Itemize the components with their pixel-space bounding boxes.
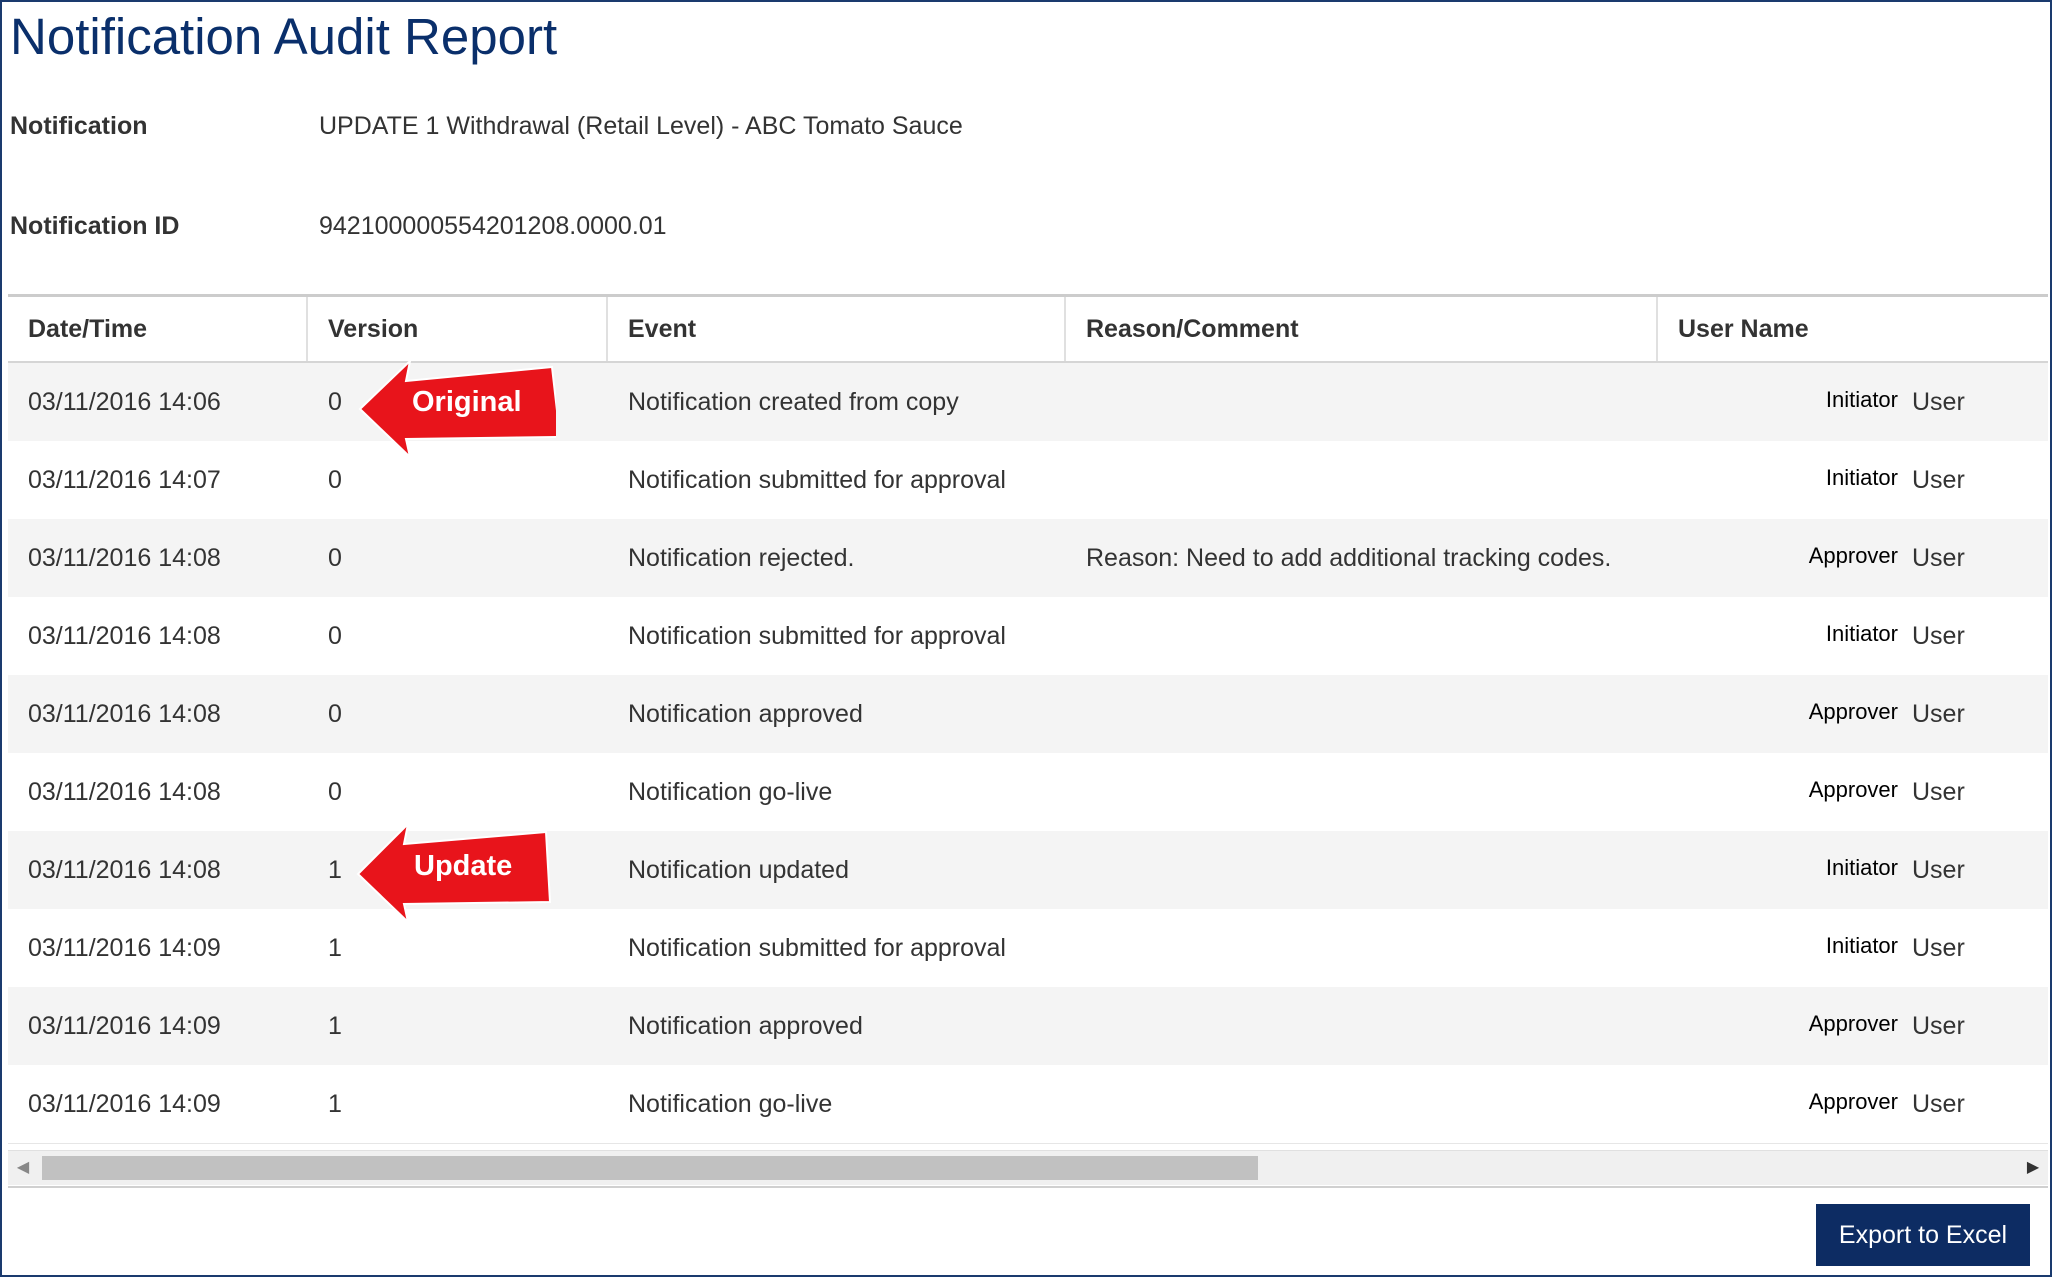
table-row[interactable]: 03/11/2016 14:09 1 Notification approved… [8,987,2048,1066]
audit-report-window: Notification Audit Report Notification U… [0,0,2052,1277]
scrollbar-thumb[interactable] [42,1156,1258,1180]
cell-version: 1 [328,856,342,884]
cell-username: User [1912,388,1965,416]
cell-reason: Reason: Need to add additional tracking … [1086,544,1612,572]
cell-event: Notification approved [628,1012,863,1040]
cell-event: Notification go-live [628,778,833,806]
cell-reason [1066,597,1086,675]
table-row[interactable]: 03/11/2016 14:09 1 Notification submitte… [8,909,2048,988]
table-row[interactable]: 03/11/2016 14:09 1 Notification go-live … [8,1065,2048,1144]
cell-username: User [1912,1090,1965,1118]
cell-reason [1066,909,1086,987]
cell-datetime: 03/11/2016 14:09 [28,1012,221,1040]
cell-role: Approver [1808,1089,1898,1114]
notification-id-label: Notification ID [10,212,180,240]
cell-datetime: 03/11/2016 14:08 [28,778,221,806]
cell-username: User [1912,856,1965,884]
column-header-version[interactable]: Version [308,297,608,361]
table-row[interactable]: 03/11/2016 14:08 1 Notification updated … [8,831,2048,910]
cell-version: 1 [328,1090,342,1118]
cell-reason [1066,1065,1086,1143]
cell-reason [1066,441,1086,519]
audit-table: Date/Time Version Event Reason/Comment U… [8,294,2048,1151]
table-row[interactable]: 03/11/2016 14:08 0 Notification submitte… [8,597,2048,676]
cell-role: Initiator [1825,855,1898,880]
cell-reason [1066,987,1086,1065]
table-row[interactable]: 03/11/2016 14:06 0 Notification created … [8,363,2048,442]
cell-event: Notification submitted for approval [628,466,1006,494]
notification-label: Notification [10,112,148,140]
cell-datetime: 03/11/2016 14:08 [28,856,221,884]
horizontal-scrollbar[interactable]: ◀ ▶ [8,1150,2048,1185]
column-header-reason[interactable]: Reason/Comment [1066,297,1658,361]
cell-datetime: 03/11/2016 14:08 [28,622,221,650]
cell-version: 0 [328,466,342,494]
cell-role: Approver [1808,1011,1898,1036]
cell-version: 0 [328,778,342,806]
cell-version: 0 [328,622,342,650]
cell-username: User [1912,934,1965,962]
footer-bar: Export to Excel [8,1186,2048,1274]
table-row[interactable]: 03/11/2016 14:08 0 Notification rejected… [8,519,2048,598]
cell-reason [1066,831,1086,909]
cell-version: 1 [328,1012,342,1040]
cell-username: User [1912,466,1965,494]
cell-role: Initiator [1825,465,1898,490]
cell-username: User [1912,1012,1965,1040]
cell-role: Initiator [1825,387,1898,412]
cell-event: Notification approved [628,700,863,728]
cell-role: Initiator [1825,933,1898,958]
cell-event: Notification go-live [628,1090,833,1118]
cell-username: User [1912,622,1965,650]
column-header-event[interactable]: Event [608,297,1066,361]
table-row[interactable]: 03/11/2016 14:08 0 Notification approved… [8,675,2048,754]
cell-reason [1066,675,1086,753]
cell-datetime: 03/11/2016 14:09 [28,934,221,962]
cell-username: User [1912,700,1965,728]
original-callout-label: Original [412,386,522,418]
cell-role: Approver [1808,543,1898,568]
cell-datetime: 03/11/2016 14:08 [28,700,221,728]
scroll-right-arrow-icon[interactable]: ▶ [2018,1151,2048,1185]
cell-role: Approver [1808,777,1898,802]
table-header: Date/Time Version Event Reason/Comment U… [8,297,2048,364]
cell-event: Notification submitted for approval [628,622,1006,650]
cell-datetime: 03/11/2016 14:07 [28,466,221,494]
cell-datetime: 03/11/2016 14:08 [28,544,221,572]
page-title: Notification Audit Report [10,8,558,65]
column-header-datetime[interactable]: Date/Time [8,297,308,361]
cell-reason [1066,753,1086,831]
cell-role: Initiator [1825,621,1898,646]
cell-reason [1066,363,1086,441]
cell-event: Notification updated [628,856,849,884]
export-to-excel-button[interactable]: Export to Excel [1816,1204,2030,1266]
cell-datetime: 03/11/2016 14:09 [28,1090,221,1118]
cell-username: User [1912,778,1965,806]
cell-event: Notification submitted for approval [628,934,1006,962]
cell-event: Notification created from copy [628,388,959,416]
cell-datetime: 03/11/2016 14:06 [28,388,221,416]
notification-id-value: 942100000554201208.0000.01 [319,212,667,240]
update-callout-label: Update [414,850,513,882]
notification-value: UPDATE 1 Withdrawal (Retail Level) - ABC… [319,112,963,140]
cell-version: 0 [328,388,342,416]
cell-version: 1 [328,934,342,962]
cell-version: 0 [328,700,342,728]
cell-event: Notification rejected. [628,544,855,572]
scroll-left-arrow-icon[interactable]: ◀ [8,1151,38,1185]
table-row[interactable]: 03/11/2016 14:07 0 Notification submitte… [8,441,2048,520]
cell-username: User [1912,544,1965,572]
cell-role: Approver [1808,699,1898,724]
cell-version: 0 [328,544,342,572]
table-row[interactable]: 03/11/2016 14:08 0 Notification go-live … [8,753,2048,832]
column-header-username[interactable]: User Name [1658,297,2048,361]
